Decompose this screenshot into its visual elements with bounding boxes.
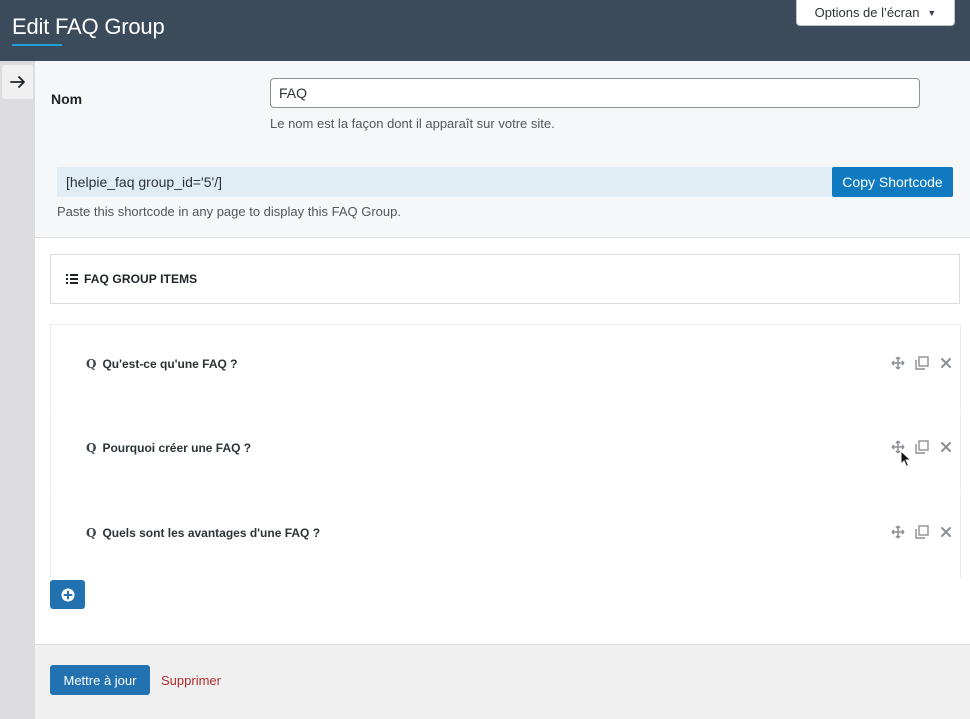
mouse-cursor-icon [900,450,912,468]
page-title: Edit FAQ Group [12,14,165,39]
faq-question-text: Pourquoi créer une FAQ ? [102,441,252,455]
name-help-text: Le nom est la façon dont il apparaît sur… [270,116,555,131]
faq-question-text: Qu'est-ce qu'une FAQ ? [102,357,238,371]
screen-options-button[interactable]: Options de l’écran ▼ [796,0,955,26]
name-input[interactable] [270,78,920,108]
screen-options-label: Options de l’écran [814,5,920,20]
question-icon: Q [86,526,97,540]
form-footer: Mettre à jour Supprimer [35,646,970,719]
delete-link[interactable]: Supprimer [161,673,221,688]
collapse-sidebar-button[interactable] [2,65,33,99]
shortcode-field[interactable]: [helpie_faq group_id='5'/] [57,167,832,197]
caret-down-icon: ▼ [927,7,937,18]
shortcode-help-text: Paste this shortcode in any page to disp… [57,204,401,219]
faq-item-actions [890,355,954,371]
group-settings-form: Nom Le nom est la façon dont il apparaît… [35,61,970,238]
question-icon: Q [86,357,97,371]
list-icon [66,274,78,284]
faq-question[interactable]: Q Quels sont les avantages d'une FAQ ? [86,526,320,540]
duplicate-icon[interactable] [914,439,930,455]
faq-item[interactable]: Q Quels sont les avantages d'une FAQ ? [50,494,961,578]
update-button[interactable]: Mettre à jour [50,665,150,695]
close-icon[interactable] [938,355,954,371]
faq-question[interactable]: Q Qu'est-ce qu'une FAQ ? [86,357,238,371]
copy-shortcode-button[interactable]: Copy Shortcode [832,167,953,197]
faq-item[interactable]: Q Pourquoi créer une FAQ ? [50,409,961,493]
top-header-bar: Edit FAQ Group Options de l’écran ▼ [0,0,970,61]
question-icon: Q [86,441,97,455]
close-icon[interactable] [938,439,954,455]
title-underline [12,44,62,46]
faq-group-items-panel: FAQ GROUP ITEMS Q Qu'est-ce qu'une FAQ ?… [35,238,970,645]
faq-group-items-title: FAQ GROUP ITEMS [84,272,198,286]
duplicate-icon[interactable] [914,355,930,371]
arrow-right-icon [9,76,25,88]
faq-item[interactable]: Q Qu'est-ce qu'une FAQ ? [50,324,961,408]
faq-question-text: Quels sont les avantages d'une FAQ ? [102,526,321,540]
faq-question[interactable]: Q Pourquoi créer une FAQ ? [86,441,251,455]
close-icon[interactable] [938,524,954,540]
duplicate-icon[interactable] [914,524,930,540]
faq-group-items-header: FAQ GROUP ITEMS [50,254,960,304]
faq-item-actions [890,524,954,540]
shortcode-text: [helpie_faq group_id='5'/] [66,174,222,190]
plus-circle-icon [61,588,74,601]
move-icon[interactable] [890,524,906,540]
add-faq-item-button[interactable] [50,580,85,609]
left-rail [0,61,35,719]
name-label: Nom [51,91,83,107]
move-icon[interactable] [890,355,906,371]
